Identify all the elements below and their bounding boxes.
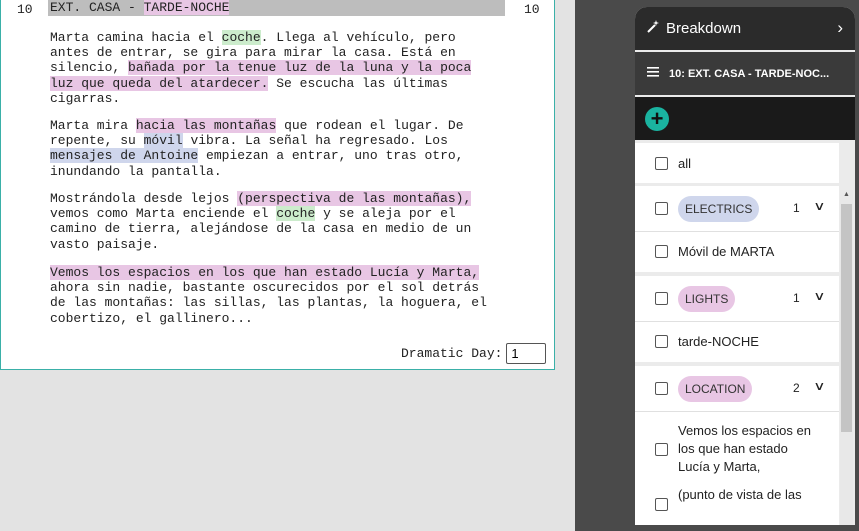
item-label: tarde-NOCHE bbox=[678, 333, 759, 349]
tagged-element-blue[interactable]: mensajes de Antoine bbox=[50, 148, 199, 164]
category-count-electrics: 1 bbox=[793, 201, 800, 215]
category-card-lights: LIGHTS 1 ∨ tarde-NOCHE bbox=[635, 276, 839, 362]
item-checkbox[interactable] bbox=[655, 498, 668, 511]
category-count-lights: 1 bbox=[793, 291, 800, 305]
script-text: Mostrándola desde lejos bbox=[50, 191, 238, 206]
tagged-element-pink[interactable]: (perspectiva de las montañas), bbox=[237, 191, 472, 206]
script-text: vemos como Marta enciende el bbox=[50, 206, 269, 222]
category-card-electrics: ELECTRICS 1 ∨ Móvil de MARTA bbox=[635, 186, 839, 272]
script-text: ahora sin nadie, bastante oscurecidos po… bbox=[50, 280, 487, 326]
category-pill-lights: LIGHTS bbox=[678, 285, 736, 312]
chevron-down-icon[interactable]: ∨ bbox=[813, 289, 825, 303]
dramatic-day: Dramatic Day: bbox=[401, 343, 547, 364]
item-label: Móvil de MARTA bbox=[678, 243, 775, 259]
category-checkbox-electrics[interactable] bbox=[655, 202, 668, 215]
select-all-row[interactable]: all bbox=[635, 143, 839, 183]
script-page: 10 EXT. CASA - TARDE-NOCHE 10 Marta cami… bbox=[0, 0, 555, 370]
scroll-up-icon[interactable]: ▲ bbox=[843, 191, 850, 198]
tagged-element-green[interactable]: coche bbox=[221, 30, 261, 45]
category-header-electrics[interactable]: ELECTRICS 1 ∨ bbox=[635, 186, 839, 232]
category-item[interactable]: (punto de vista de las bbox=[635, 486, 839, 516]
dramatic-day-input[interactable] bbox=[506, 343, 547, 364]
scene-heading-highlight[interactable]: TARDE-NOCHE bbox=[143, 0, 230, 15]
dramatic-day-label: Dramatic Day: bbox=[401, 346, 503, 361]
panel-title: Breakdown bbox=[666, 20, 742, 37]
scene-selector-label: 10: EXT. CASA - TARDE-NOC... bbox=[669, 67, 830, 80]
category-card-location: LOCATION 2 ∨ Vemos los espacios en los q… bbox=[635, 366, 839, 525]
action-paragraph[interactable]: Marta mira hacia las montañas que rodean… bbox=[50, 118, 506, 179]
item-checkbox[interactable] bbox=[655, 244, 668, 258]
category-item[interactable]: Móvil de MARTA bbox=[635, 232, 839, 270]
category-item[interactable]: Vemos los espacios en los que han estado… bbox=[635, 412, 839, 486]
hamburger-icon[interactable] bbox=[647, 67, 659, 80]
scrollbar-thumb[interactable] bbox=[841, 204, 852, 432]
category-pill-location: LOCATION bbox=[678, 375, 753, 402]
select-all-label: all bbox=[678, 155, 692, 171]
category-header-location[interactable]: LOCATION 2 ∨ bbox=[635, 366, 839, 412]
action-paragraph[interactable]: Vemos los espacios en los que han estado… bbox=[50, 265, 506, 326]
item-label: (punto de vista de las bbox=[678, 487, 802, 502]
scene-heading[interactable]: EXT. CASA - TARDE-NOCHE bbox=[48, 0, 505, 16]
breakdown-panel: Breakdown › 10: EXT. CASA - TARDE-NOC...… bbox=[635, 7, 855, 525]
chevron-right-icon[interactable]: › bbox=[837, 18, 843, 38]
script-text: vibra. La señal ha regresado. Los bbox=[190, 133, 448, 149]
item-checkbox[interactable] bbox=[655, 334, 668, 348]
panel-header[interactable]: Breakdown › bbox=[635, 7, 855, 50]
category-item[interactable]: tarde-NOCHE bbox=[635, 322, 839, 360]
item-label: Vemos los espacios en los que han estado… bbox=[678, 423, 811, 474]
tagged-element-green[interactable]: coche bbox=[276, 206, 316, 222]
script-text: Marta camina hacia el bbox=[50, 30, 222, 45]
category-checkbox-location[interactable] bbox=[655, 382, 668, 395]
category-header-lights[interactable]: LIGHTS 1 ∨ bbox=[635, 276, 839, 322]
tagged-element-pink[interactable]: hacia las montañas bbox=[135, 118, 277, 133]
tagged-element-blue[interactable]: móvil bbox=[143, 133, 183, 149]
scene-heading-prefix: EXT. CASA - bbox=[50, 0, 144, 15]
scene-number-left: 10 bbox=[17, 2, 33, 17]
scene-selector[interactable]: 10: EXT. CASA - TARDE-NOC... bbox=[635, 52, 855, 95]
add-button[interactable]: + bbox=[645, 107, 669, 131]
category-pill-electrics: ELECTRICS bbox=[678, 195, 760, 222]
item-checkbox[interactable] bbox=[655, 442, 668, 456]
script-text: Marta mira bbox=[50, 118, 136, 133]
select-all-checkbox[interactable] bbox=[655, 156, 668, 170]
magic-wand-icon bbox=[646, 19, 660, 38]
scene-number-right: 10 bbox=[524, 2, 540, 17]
action-paragraph[interactable]: Marta camina hacia el coche. Llega al ve… bbox=[50, 30, 506, 106]
tagged-element-pink[interactable]: Vemos los espacios en los que han estado… bbox=[50, 265, 480, 280]
chevron-down-icon[interactable]: ∨ bbox=[813, 379, 825, 393]
chevron-down-icon[interactable]: ∨ bbox=[813, 199, 825, 213]
select-all-card: all bbox=[635, 143, 839, 183]
action-paragraph[interactable]: Mostrándola desde lejos (perspectiva de … bbox=[50, 191, 506, 252]
category-count-location: 2 bbox=[793, 381, 800, 395]
add-bar: + bbox=[635, 97, 855, 140]
category-checkbox-lights[interactable] bbox=[655, 292, 668, 305]
